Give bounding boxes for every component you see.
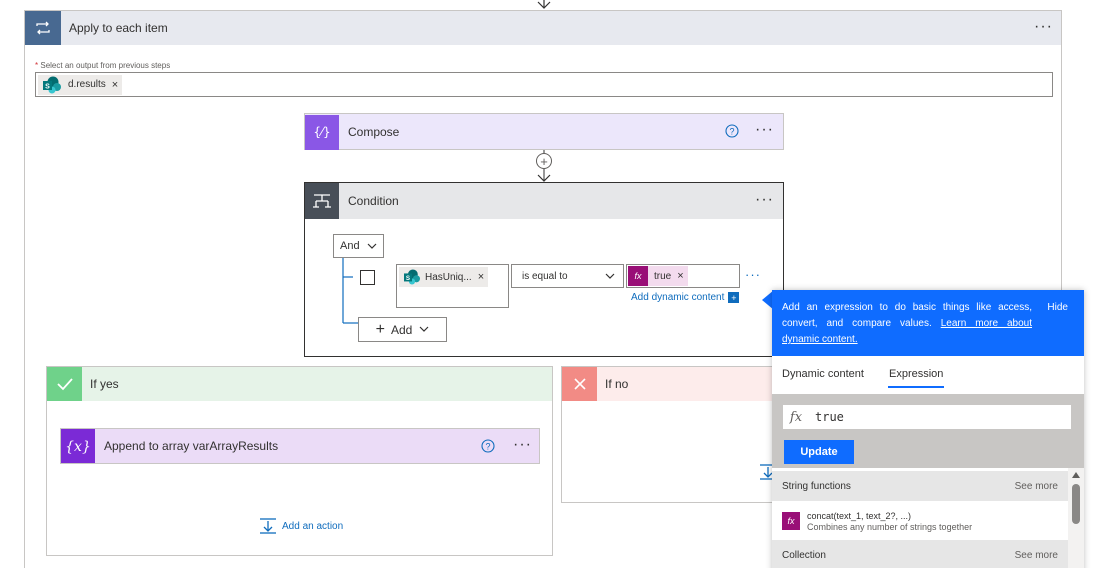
condition-icon xyxy=(305,183,339,219)
dynamic-content-panel: Add an expression to do basic things lik… xyxy=(772,290,1084,568)
apply-to-each-more-button[interactable]: ··· xyxy=(1034,18,1053,36)
help-icon[interactable]: ? xyxy=(481,439,495,458)
svg-text:S: S xyxy=(45,83,50,90)
scroll-up-icon[interactable] xyxy=(1072,472,1080,478)
append-more-button[interactable]: ··· xyxy=(513,436,532,454)
operator-dropdown[interactable]: is equal to xyxy=(511,264,624,288)
panel-tabs: Dynamic content Expression xyxy=(772,362,1084,392)
see-more-link[interactable]: See more xyxy=(1015,481,1058,492)
compose-icon: {⁄} xyxy=(305,114,339,150)
see-more-link[interactable]: See more xyxy=(1015,550,1058,561)
panel-header: Add an expression to do basic things lik… xyxy=(772,290,1084,356)
if-yes-header[interactable]: If yes xyxy=(47,367,552,401)
chip-remove-icon[interactable]: × xyxy=(478,271,484,283)
condition-left-operand[interactable]: S HasUniq... × xyxy=(396,264,509,308)
condition-title: Condition xyxy=(348,194,399,208)
connector-arrow-icon xyxy=(537,0,551,9)
if-yes-title: If yes xyxy=(90,377,119,391)
hasunique-chip[interactable]: S HasUniq... × xyxy=(399,267,489,287)
update-button[interactable]: Update xyxy=(784,440,854,464)
select-output-label: * Select an output from previous steps xyxy=(35,61,171,70)
expression-input[interactable]: fx true xyxy=(782,404,1072,430)
row-checkbox[interactable] xyxy=(360,270,375,285)
chip-remove-icon[interactable]: × xyxy=(112,79,118,91)
chip-label: true xyxy=(654,270,672,282)
condition-more-button[interactable]: ··· xyxy=(755,191,774,209)
add-label: Add xyxy=(390,322,413,337)
and-dropdown[interactable]: And xyxy=(333,234,384,258)
append-to-array-card[interactable]: {x} Append to array varArrayResults ? ··… xyxy=(60,428,540,464)
select-output-input[interactable]: S d.results × xyxy=(35,72,1053,97)
checkmark-icon xyxy=(47,367,82,401)
append-action-title: Append to array varArrayResults xyxy=(104,439,279,453)
fx-icon: fx xyxy=(782,512,800,530)
svg-text:{x}: {x} xyxy=(66,439,90,455)
help-icon[interactable]: ? xyxy=(725,124,739,143)
sharepoint-icon: S xyxy=(38,76,66,94)
insert-step-plus-icon[interactable]: + xyxy=(536,153,552,169)
hide-panel-button[interactable]: Hide xyxy=(1047,300,1068,316)
d-results-chip[interactable]: S d.results × xyxy=(38,74,123,95)
scroll-thumb[interactable] xyxy=(1072,484,1080,524)
compose-title: Compose xyxy=(348,125,400,139)
fx-icon: fx xyxy=(628,266,648,286)
add-row-button[interactable]: + Add xyxy=(358,317,447,342)
chip-label: HasUniq... xyxy=(425,271,472,283)
condition-header[interactable]: Condition ··· xyxy=(305,183,783,219)
string-functions-section: String functions See more xyxy=(772,471,1068,501)
condition-card: Condition ··· And S HasUniq... × is equa… xyxy=(304,182,784,357)
add-action-label: Add an action xyxy=(282,520,344,532)
true-expression-chip[interactable]: fx true × xyxy=(628,266,688,286)
collection-section: Collection See more xyxy=(772,540,1068,568)
and-label: And xyxy=(340,240,360,252)
svg-text:{⁄}: {⁄} xyxy=(313,125,330,139)
svg-text:S: S xyxy=(406,275,410,282)
expression-editor-area: fx true Update xyxy=(772,394,1084,468)
tab-dynamic-content[interactable]: Dynamic content xyxy=(782,368,864,380)
if-no-branch: If no xyxy=(561,366,791,503)
add-action-icon xyxy=(260,518,276,534)
svg-text:?: ? xyxy=(729,127,734,137)
loop-icon xyxy=(25,11,61,45)
function-description: Combines any number of strings together xyxy=(807,521,973,532)
add-dynamic-plus-icon: + xyxy=(728,292,740,303)
chevron-down-icon xyxy=(367,243,377,249)
close-icon xyxy=(562,367,597,401)
chevron-down-icon xyxy=(605,273,615,279)
panel-scrollbar[interactable] xyxy=(1068,468,1084,568)
tab-expression[interactable]: Expression xyxy=(889,368,943,380)
if-yes-branch: If yes {x} Append to array varArrayResul… xyxy=(46,366,553,556)
operator-label: is equal to xyxy=(522,270,568,282)
compose-card[interactable]: {⁄} Compose ? ··· xyxy=(304,113,784,150)
if-no-title: If no xyxy=(605,377,629,391)
fx-icon: fx xyxy=(789,409,803,425)
expression-value: true xyxy=(815,410,844,424)
section-title: Collection xyxy=(782,549,826,561)
svg-text:?: ? xyxy=(485,442,490,452)
add-dynamic-content-link[interactable]: Add dynamic content + xyxy=(631,292,740,303)
sharepoint-icon: S xyxy=(399,269,425,285)
compose-more-button[interactable]: ··· xyxy=(755,121,774,139)
row-more-button[interactable]: ··· xyxy=(745,267,761,282)
chip-label: d.results xyxy=(68,79,106,90)
plus-icon: + xyxy=(375,320,385,338)
add-an-action-link[interactable]: Add an action xyxy=(259,517,343,535)
condition-right-operand[interactable]: fx true × xyxy=(626,264,740,288)
chevron-down-icon xyxy=(419,326,429,332)
section-title: String functions xyxy=(782,480,851,492)
if-no-header[interactable]: If no xyxy=(562,367,790,401)
variable-icon: {x} xyxy=(61,429,95,463)
function-signature: concat(text_1, text_2?, ...) xyxy=(807,510,912,521)
add-dynamic-label: Add dynamic content xyxy=(631,292,725,303)
apply-to-each-header[interactable]: Apply to each item ··· xyxy=(25,11,1061,45)
flow-canvas: Apply to each item ··· * Select an outpu… xyxy=(0,0,1102,568)
apply-to-each-title: Apply to each item xyxy=(69,21,168,35)
function-item-concat[interactable]: fx concat(text_1, text_2?, ...) Combines… xyxy=(772,501,1068,541)
active-tab-indicator xyxy=(888,386,944,388)
chip-remove-icon[interactable]: × xyxy=(677,270,683,282)
